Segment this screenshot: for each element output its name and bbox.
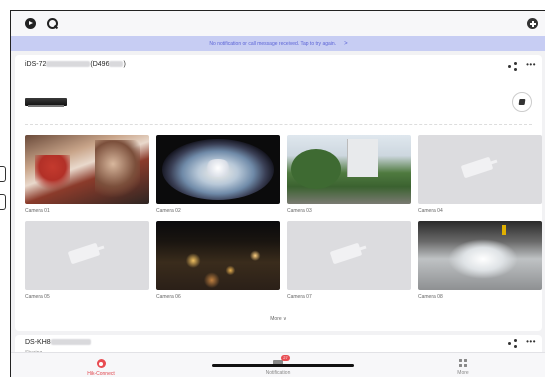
more-icon[interactable]: ••• (526, 60, 536, 69)
redacted-text (46, 61, 91, 68)
camera-label: Camera 07 (287, 294, 312, 300)
device-name-prefix: DS-KH8 (25, 339, 51, 346)
camera-tile[interactable]: Camera 03 (287, 135, 411, 216)
camera-thumbnail-placeholder[interactable] (287, 221, 411, 290)
camera-tile[interactable]: Camera 02 (156, 135, 280, 216)
chevron-right-icon: > (344, 40, 348, 47)
camera-label: Camera 08 (418, 294, 443, 300)
camera-thumbnail[interactable] (25, 135, 149, 204)
camera-thumbnail[interactable] (156, 221, 280, 290)
home-indicator[interactable] (212, 364, 354, 367)
app-screen: No notification or call message received… (10, 10, 545, 377)
camera-icon (67, 242, 101, 265)
device-name-suffix: (D496 (90, 61, 110, 68)
notification-banner[interactable]: No notification or call message received… (11, 36, 545, 51)
camera-label: Camera 05 (25, 294, 50, 300)
notification-badge: 27 (281, 355, 290, 361)
camera-tile[interactable]: Camera 06 (156, 221, 280, 302)
play-icon[interactable] (25, 18, 36, 29)
redacted-text (50, 339, 91, 346)
tab-hik-connect[interactable]: Hik-Connect (41, 356, 161, 377)
device-bezel (0, 0, 10, 377)
tab-label: Hik-Connect (87, 371, 115, 377)
camera-thumbnail[interactable] (156, 135, 280, 204)
record-icon[interactable] (512, 92, 532, 112)
camera-icon (329, 242, 363, 265)
bezel-tab (0, 194, 6, 210)
camera-tile[interactable]: Camera 05 (25, 221, 149, 302)
redacted-text (109, 61, 124, 68)
camera-tile[interactable]: Camera 01 (25, 135, 149, 216)
camera-tile[interactable]: Camera 07 (287, 221, 411, 302)
camera-grid: Camera 01 Camera 02 Camera 03 Camera 04 … (25, 135, 542, 302)
camera-thumbnail-placeholder[interactable] (418, 135, 542, 204)
device-card: iDS-72 (D496) ••• Camera 01 Camera 02 Ca… (15, 55, 542, 331)
camera-thumbnail-placeholder[interactable] (25, 221, 149, 290)
camera-label: Camera 01 (25, 208, 50, 214)
top-bar (11, 11, 545, 36)
camera-tile[interactable]: Camera 04 (418, 135, 542, 216)
device-name-close: ) (123, 61, 126, 68)
device-name[interactable]: iDS-72 (D496) (25, 61, 126, 68)
camera-label: Camera 04 (418, 208, 443, 214)
device-frame: No notification or call message received… (0, 0, 545, 377)
share-icon[interactable] (508, 62, 518, 71)
connect-icon (96, 359, 106, 368)
camera-label: Camera 02 (156, 208, 181, 214)
nvr-device-image (25, 98, 67, 107)
camera-label: Camera 03 (287, 208, 312, 214)
bezel-tab (0, 166, 6, 182)
search-icon[interactable] (47, 18, 58, 29)
share-icon[interactable] (508, 339, 518, 348)
camera-thumbnail[interactable] (287, 135, 411, 204)
tab-more[interactable]: More (403, 356, 523, 376)
notification-banner-text: No notification or call message received… (209, 40, 337, 47)
divider (25, 124, 532, 125)
camera-icon (460, 156, 494, 179)
add-icon[interactable] (527, 18, 538, 29)
more-icon[interactable]: ••• (526, 337, 536, 346)
camera-thumbnail[interactable] (418, 221, 542, 290)
tab-label: Notification (265, 370, 291, 376)
device-name[interactable]: DS-KH8 (25, 339, 91, 346)
grid-icon (459, 359, 467, 367)
camera-tile[interactable]: Camera 08 (418, 221, 542, 302)
more-cameras-link[interactable]: More ∨ (15, 316, 542, 322)
camera-label: Camera 06 (156, 294, 181, 300)
device-name-prefix: iDS-72 (25, 61, 47, 68)
tab-label: More (457, 370, 469, 376)
